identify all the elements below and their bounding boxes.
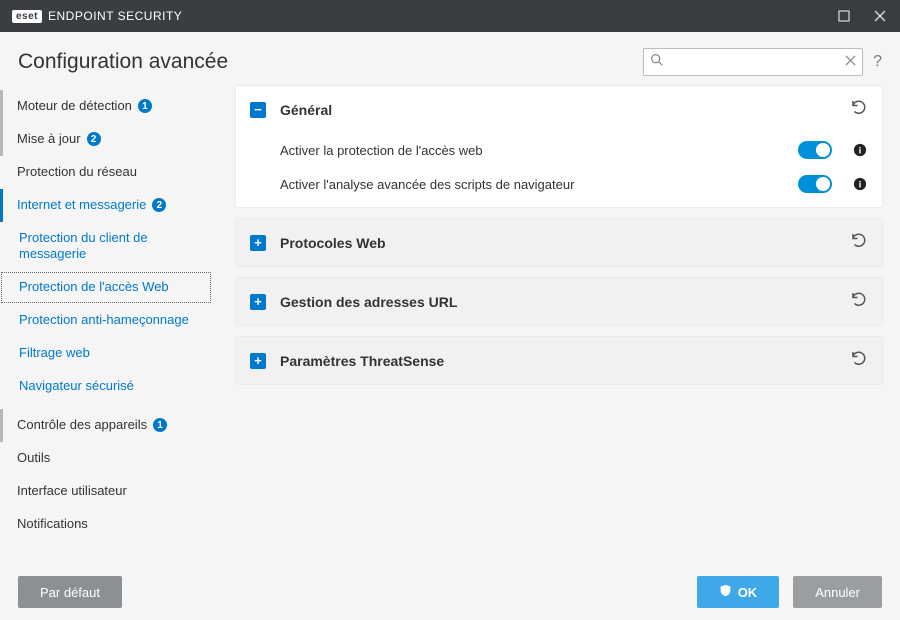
sidebar-sub-mail[interactable]: Protection du client de messagerie bbox=[0, 222, 212, 272]
sidebar-item-ui[interactable]: Interface utilisateur bbox=[0, 475, 212, 508]
sidebar-item-detection[interactable]: Moteur de détection 1 bbox=[0, 90, 212, 123]
sidebar-item-notifications[interactable]: Notifications bbox=[0, 508, 212, 541]
setting-web-protection: Activer la protection de l'accès web i bbox=[236, 133, 882, 167]
window-maximize-button[interactable] bbox=[836, 8, 852, 24]
sidebar-sub-securebrowser[interactable]: Navigateur sécurisé bbox=[0, 370, 212, 403]
sidebar-item-update[interactable]: Mise à jour 2 bbox=[0, 123, 212, 156]
brand-text: ENDPOINT SECURITY bbox=[48, 9, 182, 23]
sidebar-item-label: Filtrage web bbox=[19, 345, 90, 362]
sidebar-item-label: Notifications bbox=[17, 516, 88, 533]
toggle-web-protection[interactable] bbox=[798, 141, 832, 159]
help-button[interactable]: ? bbox=[873, 53, 882, 71]
search-box[interactable] bbox=[643, 48, 863, 76]
info-icon[interactable]: i bbox=[852, 176, 868, 192]
brand-tag: eset bbox=[12, 10, 42, 23]
sidebar-item-label: Protection de l'accès Web bbox=[19, 279, 169, 296]
sidebar-item-label: Protection du réseau bbox=[17, 164, 137, 181]
sidebar-item-label: Navigateur sécurisé bbox=[19, 378, 134, 395]
collapse-icon: − bbox=[250, 102, 266, 118]
panel-url-management: + Gestion des adresses URL bbox=[236, 278, 882, 325]
expand-icon: + bbox=[250, 294, 266, 310]
panel-header-protocols[interactable]: + Protocoles Web bbox=[236, 219, 882, 266]
sidebar-item-network[interactable]: Protection du réseau bbox=[0, 156, 212, 189]
setting-label: Activer l'analyse avancée des scripts de… bbox=[280, 177, 574, 192]
expand-icon: + bbox=[250, 235, 266, 251]
undo-icon[interactable] bbox=[850, 349, 868, 372]
brand: eset ENDPOINT SECURITY bbox=[12, 9, 182, 23]
page-title: Configuration avancée bbox=[18, 50, 228, 74]
clear-search-icon[interactable] bbox=[845, 53, 856, 71]
expand-icon: + bbox=[250, 353, 266, 369]
panel-header-general[interactable]: − Général bbox=[236, 86, 882, 133]
info-icon[interactable]: i bbox=[852, 142, 868, 158]
ok-button[interactable]: OK bbox=[697, 576, 780, 608]
shield-icon bbox=[719, 584, 732, 600]
sidebar-item-internet[interactable]: Internet et messagerie 2 bbox=[0, 189, 212, 222]
sidebar-sub-webaccess[interactable]: Protection de l'accès Web bbox=[0, 271, 212, 304]
sidebar-badge: 1 bbox=[153, 418, 167, 432]
sidebar-item-label: Outils bbox=[17, 450, 50, 467]
sidebar-sub-antiphishing[interactable]: Protection anti-hameçonnage bbox=[0, 304, 212, 337]
undo-icon[interactable] bbox=[850, 98, 868, 121]
ok-label: OK bbox=[738, 585, 758, 600]
panel-title: Protocoles Web bbox=[280, 235, 386, 251]
sidebar-badge: 2 bbox=[152, 198, 166, 212]
sidebar: Moteur de détection 1 Mise à jour 2 Prot… bbox=[0, 86, 212, 565]
panel-threatsense: + Paramètres ThreatSense bbox=[236, 337, 882, 384]
sidebar-badge: 2 bbox=[87, 132, 101, 146]
cancel-button[interactable]: Annuler bbox=[793, 576, 882, 608]
panel-protocols: + Protocoles Web bbox=[236, 219, 882, 266]
sidebar-item-label: Contrôle des appareils bbox=[17, 417, 147, 434]
sidebar-item-label: Moteur de détection bbox=[17, 98, 132, 115]
header-row: Configuration avancée ? bbox=[0, 32, 900, 86]
sidebar-badge: 1 bbox=[138, 99, 152, 113]
content-area: − Général Activer la protection de l'acc… bbox=[212, 86, 900, 565]
setting-label: Activer la protection de l'accès web bbox=[280, 143, 483, 158]
panel-header-threatsense[interactable]: + Paramètres ThreatSense bbox=[236, 337, 882, 384]
sidebar-item-label: Protection anti-hameçonnage bbox=[19, 312, 189, 329]
panel-title: Général bbox=[280, 102, 332, 118]
sidebar-item-tools[interactable]: Outils bbox=[0, 442, 212, 475]
sidebar-item-label: Mise à jour bbox=[17, 131, 81, 148]
panel-general: − Général Activer la protection de l'acc… bbox=[236, 86, 882, 207]
sidebar-item-label: Protection du client de messagerie bbox=[19, 230, 202, 264]
panel-header-url[interactable]: + Gestion des adresses URL bbox=[236, 278, 882, 325]
sidebar-item-label: Internet et messagerie bbox=[17, 197, 146, 214]
svg-text:i: i bbox=[859, 180, 862, 191]
panel-title: Gestion des adresses URL bbox=[280, 294, 457, 310]
panel-title: Paramètres ThreatSense bbox=[280, 353, 444, 369]
window-close-button[interactable] bbox=[872, 8, 888, 24]
default-button[interactable]: Par défaut bbox=[18, 576, 122, 608]
title-bar: eset ENDPOINT SECURITY bbox=[0, 0, 900, 32]
toggle-script-scan[interactable] bbox=[798, 175, 832, 193]
undo-icon[interactable] bbox=[850, 290, 868, 313]
svg-text:i: i bbox=[859, 146, 862, 157]
sidebar-item-label: Interface utilisateur bbox=[17, 483, 127, 500]
footer: Par défaut OK Annuler bbox=[0, 564, 900, 620]
undo-icon[interactable] bbox=[850, 231, 868, 254]
search-icon bbox=[650, 53, 663, 71]
sidebar-sub-webfilter[interactable]: Filtrage web bbox=[0, 337, 212, 370]
sidebar-item-devices[interactable]: Contrôle des appareils 1 bbox=[0, 409, 212, 442]
search-input[interactable] bbox=[663, 55, 845, 69]
setting-script-scan: Activer l'analyse avancée des scripts de… bbox=[236, 167, 882, 207]
